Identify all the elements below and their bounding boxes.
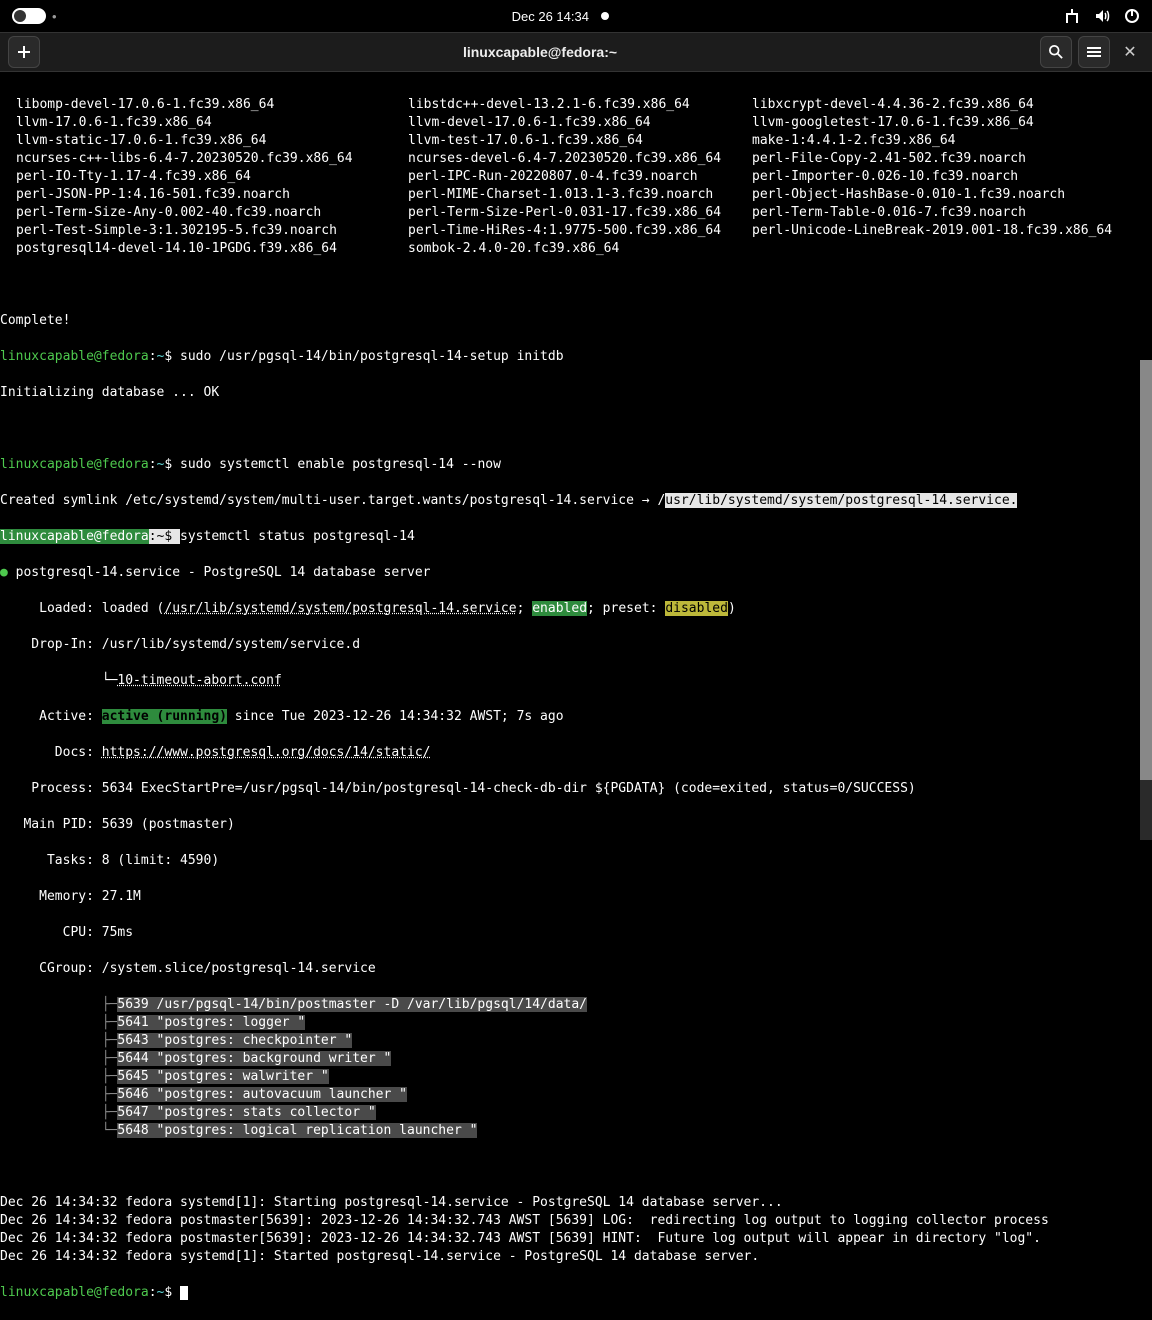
package-row: perl-IO-Tty-1.17-4.fc39.x86_64perl-IPC-R… bbox=[0, 168, 1152, 186]
search-button[interactable] bbox=[1040, 36, 1072, 68]
package-row: llvm-17.0.6-1.fc39.x86_64llvm-devel-17.0… bbox=[0, 114, 1152, 132]
init-output: Initializing database ... OK bbox=[0, 384, 1152, 402]
complete-line: Complete! bbox=[0, 312, 1152, 330]
cgroup-proc: └─5648 "postgres: logical replication la… bbox=[0, 1122, 1152, 1140]
cgroup-proc: ├─5641 "postgres: logger " bbox=[0, 1014, 1152, 1032]
cgroup-proc: ├─5643 "postgres: checkpointer " bbox=[0, 1032, 1152, 1050]
new-tab-button[interactable] bbox=[8, 36, 40, 68]
status-cgroup: CGroup: /system.slice/postgresql-14.serv… bbox=[0, 960, 1152, 978]
plus-icon bbox=[17, 45, 31, 59]
cgroup-proc: ├─5645 "postgres: walwriter " bbox=[0, 1068, 1152, 1086]
prompt-line-3: linuxcapable@fedora:~$ systemctl status … bbox=[0, 528, 1152, 546]
system-tray[interactable] bbox=[1064, 8, 1140, 24]
activities-pill[interactable] bbox=[12, 8, 46, 24]
package-row: perl-JSON-PP-1:4.16-501.fc39.noarchperl-… bbox=[0, 186, 1152, 204]
gnome-topbar: • Dec 26 14:34 bbox=[0, 0, 1152, 32]
cgroup-proc: ├─5639 /usr/pgsql-14/bin/postmaster -D /… bbox=[0, 996, 1152, 1014]
volume-icon bbox=[1094, 8, 1110, 24]
menu-button[interactable] bbox=[1078, 36, 1110, 68]
status-dropin2: └─10-timeout-abort.conf bbox=[0, 672, 1152, 690]
cgroup-proc: ├─5644 "postgres: background writer " bbox=[0, 1050, 1152, 1068]
network-icon bbox=[1064, 8, 1080, 24]
cursor-icon bbox=[180, 1286, 188, 1300]
status-memory: Memory: 27.1M bbox=[0, 888, 1152, 906]
window-title: linuxcapable@fedora:~ bbox=[40, 44, 1040, 60]
power-icon bbox=[1124, 8, 1140, 24]
terminal-titlebar: linuxcapable@fedora:~ ✕ bbox=[0, 32, 1152, 72]
status-active: Active: active (running) since Tue 2023-… bbox=[0, 708, 1152, 726]
package-row: ncurses-c++-libs-6.4-7.20230520.fc39.x86… bbox=[0, 150, 1152, 168]
log-line: Dec 26 14:34:32 fedora postmaster[5639]:… bbox=[0, 1212, 1152, 1230]
terminal-content[interactable]: libomp-devel-17.0.6-1.fc39.x86_64libstdc… bbox=[0, 72, 1152, 1320]
cgroup-proc: ├─5646 "postgres: autovacuum launcher " bbox=[0, 1086, 1152, 1104]
status-loaded: Loaded: loaded (/usr/lib/systemd/system/… bbox=[0, 600, 1152, 618]
symlink-line: Created symlink /etc/systemd/system/mult… bbox=[0, 492, 1152, 510]
package-row: llvm-static-17.0.6-1.fc39.x86_64llvm-tes… bbox=[0, 132, 1152, 150]
search-icon bbox=[1049, 45, 1063, 59]
prompt-line-1: linuxcapable@fedora:~$ sudo /usr/pgsql-1… bbox=[0, 348, 1152, 366]
clock-area[interactable]: Dec 26 14:34 bbox=[512, 9, 609, 24]
log-line: Dec 26 14:34:32 fedora postmaster[5639]:… bbox=[0, 1230, 1152, 1248]
clock-text: Dec 26 14:34 bbox=[512, 9, 589, 24]
status-dropin: Drop-In: /usr/lib/systemd/system/service… bbox=[0, 636, 1152, 654]
log-line: Dec 26 14:34:32 fedora systemd[1]: Start… bbox=[0, 1248, 1152, 1266]
status-cpu: CPU: 75ms bbox=[0, 924, 1152, 942]
status-head: ● postgresql-14.service - PostgreSQL 14 … bbox=[0, 564, 1152, 582]
close-button[interactable]: ✕ bbox=[1116, 42, 1144, 62]
status-process: Process: 5634 ExecStartPre=/usr/pgsql-14… bbox=[0, 780, 1152, 798]
prompt-line-2: linuxcapable@fedora:~$ sudo systemctl en… bbox=[0, 456, 1152, 474]
status-tasks: Tasks: 8 (limit: 4590) bbox=[0, 852, 1152, 870]
package-row: postgresql14-devel-14.10-1PGDG.f39.x86_6… bbox=[0, 240, 1152, 258]
log-line: Dec 26 14:34:32 fedora systemd[1]: Start… bbox=[0, 1194, 1152, 1212]
package-row: perl-Term-Size-Any-0.002-40.fc39.noarchp… bbox=[0, 204, 1152, 222]
hamburger-icon bbox=[1087, 45, 1101, 59]
prompt-line-4[interactable]: linuxcapable@fedora:~$ bbox=[0, 1284, 1152, 1302]
notification-dot-icon bbox=[601, 12, 609, 20]
cgroup-proc: ├─5647 "postgres: stats collector " bbox=[0, 1104, 1152, 1122]
close-icon: ✕ bbox=[1123, 44, 1136, 61]
activities-area[interactable]: • bbox=[12, 8, 57, 24]
status-mainpid: Main PID: 5639 (postmaster) bbox=[0, 816, 1152, 834]
package-row: libomp-devel-17.0.6-1.fc39.x86_64libstdc… bbox=[0, 96, 1152, 114]
status-docs: Docs: https://www.postgresql.org/docs/14… bbox=[0, 744, 1152, 762]
package-row: perl-Test-Simple-3:1.302195-5.fc39.noarc… bbox=[0, 222, 1152, 240]
scrollbar-thumb[interactable] bbox=[1140, 360, 1152, 780]
